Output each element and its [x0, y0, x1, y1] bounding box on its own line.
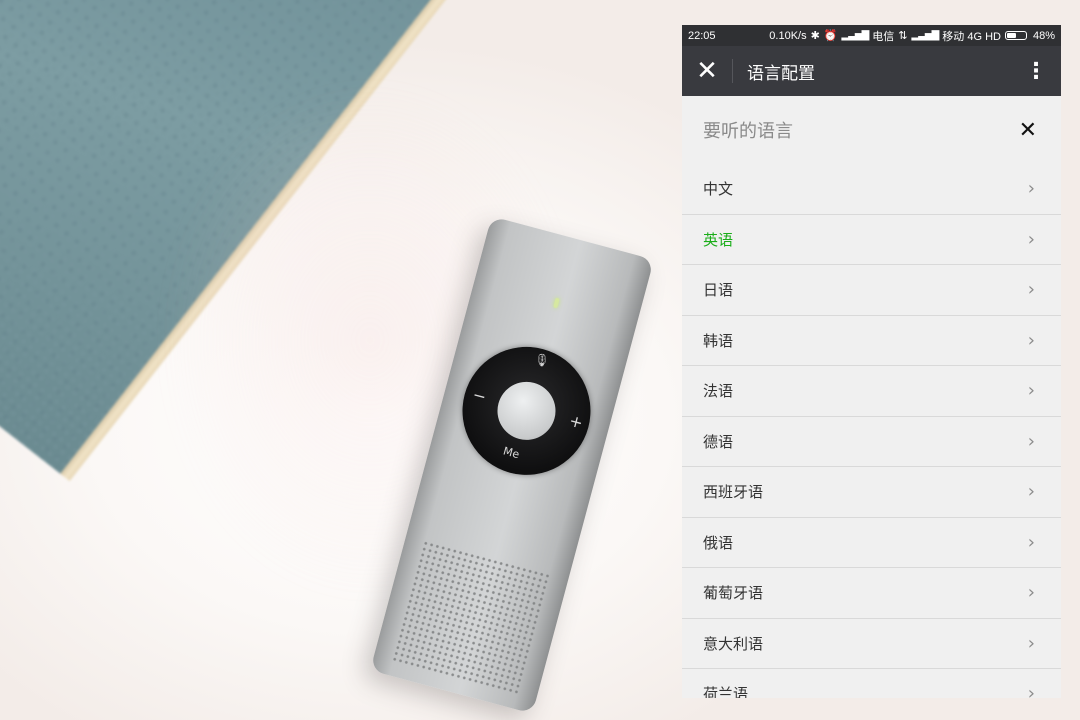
- me-label: Me: [501, 444, 521, 462]
- list-item[interactable]: 法语 ›: [682, 366, 1061, 417]
- chevron-right-icon: ›: [1027, 279, 1035, 301]
- list-item[interactable]: 日语 ›: [682, 265, 1061, 316]
- net-speed: 0.10K/s: [769, 29, 807, 42]
- status-bar: 22:05 0.10K/s ✱ ⏰ ▂▃▅▇ 电信 ⇅ ▂▃▅▇ 移动 4G H…: [682, 25, 1061, 46]
- speaker-grille: [391, 539, 552, 696]
- chevron-right-icon: ›: [1027, 228, 1035, 250]
- list-item[interactable]: 西班牙语 ›: [682, 467, 1061, 518]
- battery-fill: [1006, 33, 1016, 38]
- section-header: 要听的语言 ✕: [682, 96, 1061, 164]
- chevron-right-icon: ›: [1027, 481, 1035, 503]
- status-indicators: 0.10K/s ✱ ⏰ ▂▃▅▇ 电信 ⇅ ▂▃▅▇ 移动 4G HD 48%: [769, 28, 1055, 44]
- language-label: 荷兰语: [703, 685, 749, 698]
- page-title: 语言配置: [747, 63, 815, 84]
- chevron-right-icon: ›: [1027, 178, 1035, 200]
- list-item[interactable]: 德语 ›: [682, 417, 1061, 467]
- language-list: 中文 › 英语 › 日语 › 韩语 › 法语 › 德语 › 西班牙语 › 俄语 › 葡萄牙语 › 意大利语 › 荷兰语 ›: [682, 164, 1061, 698]
- language-label: 韩语: [703, 331, 734, 350]
- language-label: 日语: [703, 281, 734, 300]
- app-bar-divider: [732, 59, 733, 83]
- plus-label: +: [567, 410, 586, 433]
- chevron-right-icon: ›: [1027, 380, 1035, 402]
- carrier-2: 移动 4G HD: [942, 30, 1001, 43]
- chevron-right-icon: ›: [1027, 632, 1035, 654]
- chevron-right-icon: ›: [1027, 582, 1035, 604]
- language-label: 英语: [703, 230, 734, 249]
- language-label: 法语: [703, 382, 734, 401]
- app-bar: ✕ 语言配置 ⋮: [682, 46, 1061, 96]
- chevron-right-icon: ›: [1027, 531, 1035, 553]
- signal-icon: ▂▃▅▇: [841, 30, 870, 41]
- list-item[interactable]: 英语 ›: [682, 215, 1061, 265]
- control-ring: 🎙 − + Me: [448, 332, 605, 490]
- data-arrows-icon: ⇅: [898, 30, 908, 42]
- minus-label: −: [470, 384, 489, 407]
- list-item[interactable]: 意大利语 ›: [682, 619, 1061, 669]
- signal-icon-2: ▂▃▅▇: [911, 30, 940, 41]
- microphone-icon: 🎙: [532, 351, 551, 369]
- bluetooth-icon: ✱: [810, 30, 820, 42]
- battery-percent: 48%: [1032, 29, 1055, 42]
- status-time: 22:05: [688, 29, 716, 42]
- chevron-right-icon: ›: [1027, 683, 1035, 698]
- language-label: 德语: [703, 432, 734, 451]
- section-title: 要听的语言: [703, 121, 793, 142]
- close-icon: ✕: [696, 56, 718, 86]
- alarm-icon: ⏰: [823, 30, 838, 42]
- language-label: 中文: [703, 180, 734, 199]
- chevron-right-icon: ›: [1027, 329, 1035, 351]
- language-label: 葡萄牙语: [703, 584, 764, 603]
- center-button: [490, 375, 563, 447]
- carrier-1: 电信: [872, 30, 895, 43]
- list-item[interactable]: 韩语 ›: [682, 316, 1061, 366]
- close-icon[interactable]: ✕: [1019, 118, 1037, 143]
- more-vertical-icon: ⋮: [1025, 58, 1047, 84]
- list-item[interactable]: 中文 ›: [682, 164, 1061, 215]
- list-item[interactable]: 葡萄牙语 ›: [682, 568, 1061, 619]
- language-label: 俄语: [703, 533, 734, 552]
- status-led: [553, 297, 560, 309]
- language-label: 意大利语: [703, 634, 764, 653]
- close-button[interactable]: ✕: [682, 46, 732, 96]
- language-label: 西班牙语: [703, 483, 764, 502]
- battery-icon: [1004, 31, 1027, 40]
- chevron-right-icon: ›: [1027, 430, 1035, 452]
- list-item[interactable]: 俄语 ›: [682, 518, 1061, 568]
- list-item[interactable]: 荷兰语 ›: [682, 669, 1061, 698]
- more-button[interactable]: ⋮: [1011, 46, 1061, 96]
- phone-screenshot: 22:05 0.10K/s ✱ ⏰ ▂▃▅▇ 电信 ⇅ ▂▃▅▇ 移动 4G H…: [682, 25, 1061, 698]
